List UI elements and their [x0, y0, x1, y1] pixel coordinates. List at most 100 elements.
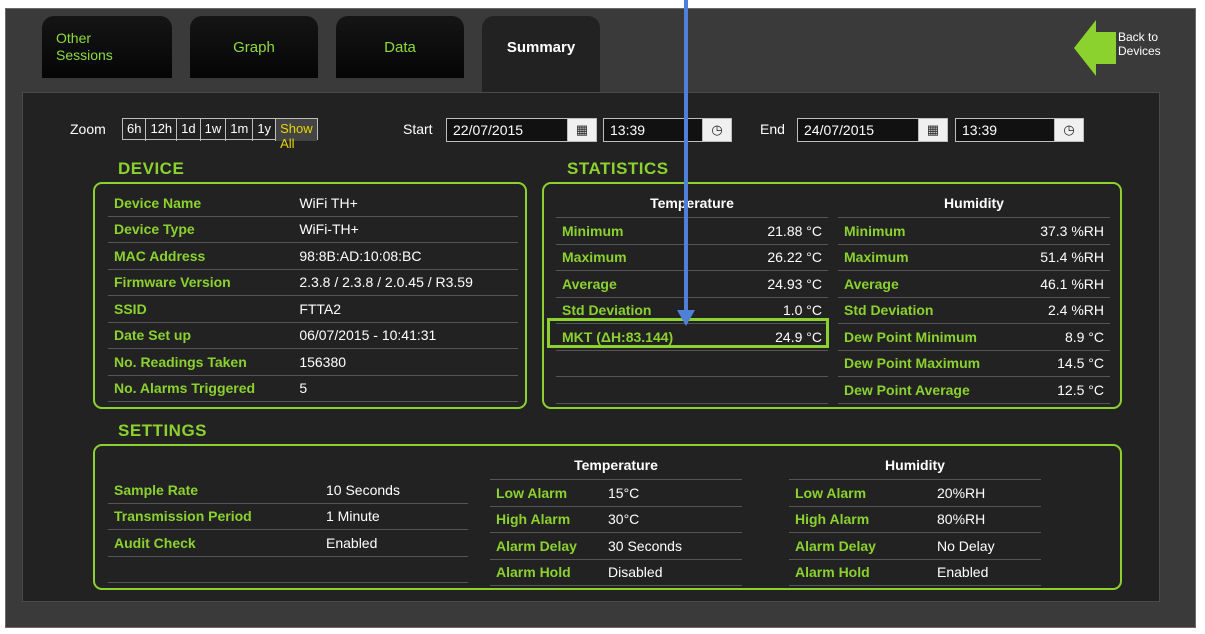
setting-key: Alarm Hold: [789, 559, 931, 586]
stat-key: Minimum: [556, 217, 733, 245]
stat-key: Minimum: [838, 217, 1018, 245]
settings-section-title: SETTINGS: [118, 421, 208, 440]
setting-key: Low Alarm: [490, 479, 602, 507]
device-key: No. Readings Taken: [108, 348, 294, 376]
clock-icon[interactable]: ◷: [1054, 118, 1084, 142]
setting-key: [108, 556, 320, 583]
tab-data[interactable]: Data: [336, 16, 464, 78]
stat-key: Average: [556, 270, 733, 298]
back-to-devices-button[interactable]: Back to Devices: [1074, 20, 1194, 80]
humidity-statistics-table: Humidity Minimum 37.3 %RH Maximum 51.4 %RH…: [838, 189, 1110, 404]
tab-graph[interactable]: Graph: [190, 16, 318, 78]
table-row: [556, 376, 828, 404]
device-value: FTTA2: [293, 295, 518, 323]
zoom-12h-button[interactable]: 12h: [146, 119, 178, 141]
zoom-6h-button[interactable]: 6h: [123, 119, 147, 141]
device-value: 06/07/2015 - 10:41:31: [293, 322, 518, 349]
setting-value: 15°C: [602, 479, 742, 507]
statistics-section-title: STATISTICS: [567, 159, 669, 178]
calendar-icon[interactable]: ▦: [918, 118, 948, 142]
zoom-1m-button[interactable]: 1m: [226, 119, 254, 141]
setting-key: Audit Check: [108, 529, 320, 557]
stat-value: [732, 376, 828, 404]
table-row: Alarm Delay No Delay: [789, 532, 1041, 560]
start-date-input[interactable]: 22/07/2015: [446, 118, 568, 142]
device-key: Firmware Version: [108, 269, 294, 296]
stat-value: 21.88 °C: [732, 217, 828, 245]
stat-value: [732, 350, 828, 377]
device-key: Device Name: [108, 190, 294, 217]
start-label: Start: [403, 121, 433, 137]
zoom-1y-button[interactable]: 1y: [253, 119, 277, 141]
stat-value: 12.5 °C: [1017, 376, 1110, 404]
table-row: Maximum 51.4 %RH: [838, 244, 1110, 271]
temperature-statistics-table: Temperature Minimum 21.88 °C Maximum 26.22…: [556, 189, 828, 404]
stat-value: 8.9 °C: [1017, 323, 1110, 351]
table-row: Alarm Hold Disabled: [490, 559, 742, 586]
table-row: SSID FTTA2: [108, 295, 518, 323]
stat-key: Maximum: [556, 244, 733, 271]
setting-key: Alarm Hold: [490, 559, 602, 586]
humidity-settings-table: Humidity Low Alarm 20%RH High Alarm 80%RH …: [789, 451, 1041, 586]
table-row: Firmware Version 2.3.8 / 2.3.8 / 2.0.45 /…: [108, 269, 518, 296]
humidity-settings-header: Humidity: [789, 451, 1041, 480]
back-label-line1: Back to: [1118, 30, 1159, 44]
device-table: Device Name WiFi TH+ Device Type WiFi-TH+ …: [108, 190, 518, 402]
back-label-line2: Devices: [1118, 44, 1161, 58]
clock-icon[interactable]: ◷: [702, 118, 732, 142]
stat-key: Average: [838, 270, 1018, 298]
humidity-header: Humidity: [838, 189, 1110, 218]
stat-value: 37.3 %RH: [1017, 217, 1110, 245]
table-row: Average 46.1 %RH: [838, 270, 1110, 298]
zoom-1w-button[interactable]: 1w: [201, 119, 227, 141]
end-time-input[interactable]: 13:39: [955, 118, 1055, 142]
stat-value: 26.22 °C: [732, 244, 828, 271]
end-label: End: [760, 121, 785, 137]
table-row: Transmission Period 1 Minute: [108, 503, 468, 530]
device-value: 98:8B:AD:10:08:BC: [293, 242, 518, 270]
calendar-icon[interactable]: ▦: [567, 118, 597, 142]
table-row: Device Type WiFi-TH+: [108, 216, 518, 243]
setting-value: Disabled: [602, 559, 742, 586]
tab-data-label: Data: [384, 38, 416, 56]
setting-value: [320, 556, 468, 583]
table-row: Dew Point Maximum 14.5 °C: [838, 350, 1110, 377]
table-row: No. Readings Taken 156380: [108, 348, 518, 376]
device-value: 156380: [293, 348, 518, 376]
stat-key: Dew Point Maximum: [838, 350, 1018, 377]
setting-value: No Delay: [931, 532, 1041, 560]
table-row: Alarm Delay 30 Seconds: [490, 532, 742, 560]
back-to-devices-label: Back to Devices: [1118, 30, 1161, 58]
device-value: WiFi TH+: [293, 190, 518, 217]
device-value: 5: [293, 375, 518, 402]
stat-value: 14.5 °C: [1017, 350, 1110, 377]
zoom-show-all-button[interactable]: Show All: [276, 119, 317, 151]
setting-value: 80%RH: [931, 506, 1041, 533]
table-row: Maximum 26.22 °C: [556, 244, 828, 271]
setting-key: Alarm Delay: [490, 532, 602, 560]
setting-key: High Alarm: [789, 506, 931, 533]
table-row: Minimum 37.3 %RH: [838, 217, 1110, 245]
setting-value: 1 Minute: [320, 503, 468, 530]
tab-other-sessions[interactable]: Other Sessions: [42, 16, 172, 78]
setting-value: 30 Seconds: [602, 532, 742, 560]
zoom-1d-button[interactable]: 1d: [177, 119, 201, 141]
temperature-settings-table: Temperature Low Alarm 15°C High Alarm 30°C…: [490, 451, 742, 586]
setting-key: High Alarm: [490, 506, 602, 533]
table-row: [108, 556, 468, 583]
table-row: Audit Check Enabled: [108, 529, 468, 557]
table-row: Dew Point Minimum 8.9 °C: [838, 323, 1110, 351]
table-row: High Alarm 80%RH: [789, 506, 1041, 533]
table-row: Date Set up 06/07/2015 - 10:41:31: [108, 322, 518, 349]
annotation-arrow-shaft: [684, 0, 688, 318]
table-row: [556, 350, 828, 377]
stat-key: [556, 376, 733, 404]
arrow-left-icon-body: [1094, 32, 1116, 64]
tab-summary[interactable]: Summary: [482, 16, 600, 93]
setting-key: Low Alarm: [789, 479, 931, 507]
end-date-input[interactable]: 24/07/2015: [797, 118, 919, 142]
setting-value: 30°C: [602, 506, 742, 533]
tab-other-sessions-label: Other Sessions: [56, 30, 113, 63]
stat-key: [556, 350, 733, 377]
stat-key: Dew Point Average: [838, 376, 1018, 404]
